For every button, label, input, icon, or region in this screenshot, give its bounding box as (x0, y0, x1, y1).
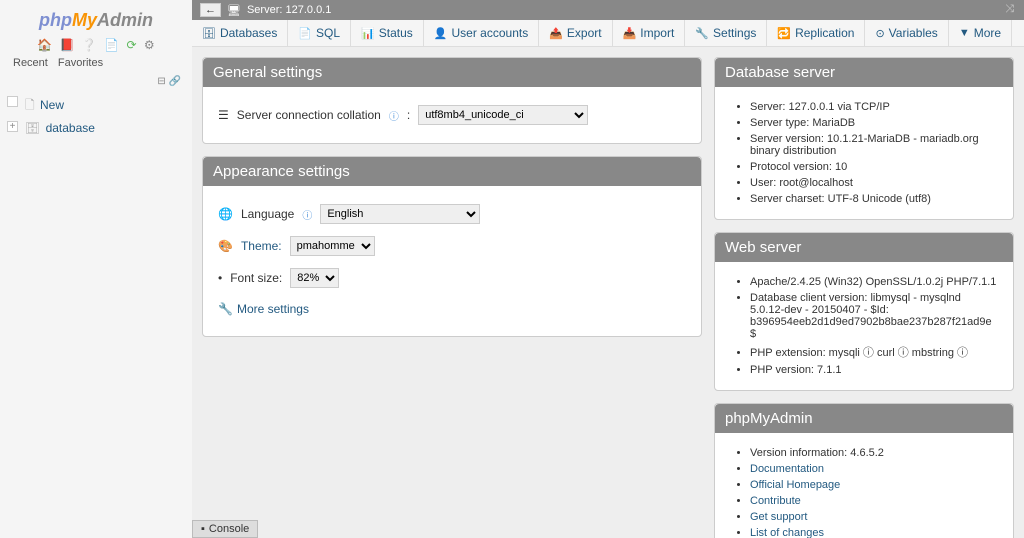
panel-title: phpMyAdmin (715, 404, 1013, 433)
collapse-topbar-icon[interactable]: ⤨ (1005, 3, 1014, 16)
info-item: Server type: MariaDB (750, 115, 998, 131)
settings-icon: 🔧 (695, 27, 709, 40)
server-icon: 🖥 (227, 4, 241, 17)
back-button[interactable]: ← (200, 3, 221, 17)
panel-title: Appearance settings (203, 157, 701, 186)
info-item: Server charset: UTF-8 Unicode (utf8) (750, 191, 998, 207)
theme-select[interactable]: pmahomme (290, 236, 375, 256)
menu-databases[interactable]: 🗄Databases (192, 20, 288, 46)
db-tree: 🗋 New + 🗄 database (5, 89, 187, 142)
link-support[interactable]: Get support (750, 511, 807, 523)
info-item: Apache/2.4.25 (Win32) OpenSSL/1.0.2j PHP… (750, 274, 998, 290)
panel-title: Web server (715, 233, 1013, 262)
info-item: PHP extension: mysqli ⓘ curl ⓘ mbstring … (750, 342, 998, 362)
chevron-down-icon: ▼ (959, 27, 970, 39)
main-menu: 🗄Databases 📄SQL 📊Status 👤User accounts 📤… (192, 20, 1024, 47)
fontsize-select[interactable]: 82% (290, 268, 339, 288)
version-info: Version information: 4.6.5.2 (750, 445, 998, 461)
language-icon: 🌐 (218, 207, 233, 221)
logo-my: My (72, 10, 97, 30)
collapse-all-icon[interactable]: ⊟ (157, 76, 165, 87)
tree-controls: ⊟ 🔗 (5, 74, 187, 89)
tree-item-database[interactable]: + 🗄 database (5, 119, 187, 137)
sql-icon: 📄 (298, 27, 312, 40)
info-item: Server: 127.0.0.1 via TCP/IP (750, 99, 998, 115)
replication-icon: 🔁 (777, 27, 791, 40)
tab-favorites[interactable]: Favorites (58, 57, 103, 69)
panel-appearance-settings: Appearance settings 🌐 Language ⓘ English… (202, 156, 702, 337)
panel-title: Database server (715, 58, 1013, 87)
console-toggle[interactable]: ▪ Console (192, 520, 258, 538)
import-icon: 📥 (623, 27, 637, 40)
sidebar: phpMyAdmin 🏠 📕 ❔ 📄 ⟳ ⚙ Recent Favorites … (0, 0, 192, 538)
tree-item-new[interactable]: 🗋 New (5, 94, 187, 119)
db-icon: 🗄 (25, 121, 40, 135)
menu-variables[interactable]: ⊙Variables (865, 20, 948, 46)
menu-status[interactable]: 📊Status (351, 20, 424, 46)
link-homepage[interactable]: Official Homepage (750, 479, 840, 491)
info-item: PHP version: 7.1.1 (750, 362, 998, 378)
menu-sql[interactable]: 📄SQL (288, 20, 351, 46)
content: General settings ☰ Server connection col… (192, 47, 1024, 538)
wrench-icon: 🔧 (218, 302, 233, 316)
sidebar-tabs: Recent Favorites (5, 52, 187, 74)
tree-label: New (40, 98, 64, 112)
gear-icon[interactable]: ⚙ (144, 38, 155, 52)
help-icon[interactable]: ⓘ (389, 108, 399, 123)
panel-database-server: Database server Server: 127.0.0.1 via TC… (714, 57, 1014, 220)
tab-recent[interactable]: Recent (13, 57, 48, 69)
collation-select[interactable]: utf8mb4_unicode_ci (418, 105, 588, 125)
logo-php: php (39, 10, 72, 30)
menu-import[interactable]: 📥Import (613, 20, 686, 46)
bullet-icon: • (218, 271, 222, 285)
menu-users[interactable]: 👤User accounts (424, 20, 539, 46)
panel-phpmyadmin: phpMyAdmin Version information: 4.6.5.2 … (714, 403, 1014, 538)
status-icon: 📊 (361, 27, 375, 40)
panel-general-settings: General settings ☰ Server connection col… (202, 57, 702, 144)
export-icon: 📤 (549, 27, 563, 40)
logo-admin: Admin (97, 10, 153, 30)
console-icon: ▪ (201, 523, 205, 535)
help-icon[interactable]: ⓘ (302, 207, 312, 222)
link-documentation[interactable]: Documentation (750, 463, 824, 475)
collation-icon: ☰ (218, 108, 229, 122)
menu-export[interactable]: 📤Export (539, 20, 612, 46)
expand-icon[interactable]: + (7, 121, 18, 132)
language-label: Language (241, 207, 294, 221)
more-settings-link[interactable]: 🔧 More settings (218, 294, 686, 324)
users-icon: 👤 (434, 27, 448, 40)
panel-title: General settings (203, 58, 701, 87)
theme-label[interactable]: Theme: (241, 239, 282, 253)
sql-icon[interactable]: 📄 (104, 38, 119, 52)
docs-icon[interactable]: ❔ (82, 38, 97, 52)
link-icon[interactable]: 🔗 (169, 76, 181, 87)
collation-label: Server connection collation (237, 108, 381, 122)
link-changes[interactable]: List of changes (750, 527, 824, 538)
logout-icon[interactable]: 📕 (60, 38, 75, 52)
topbar: ← 🖥 Server: 127.0.0.1 ⤨ (192, 0, 1024, 20)
reload-icon[interactable]: ⟳ (127, 38, 137, 52)
tree-label: database (46, 121, 95, 135)
menu-replication[interactable]: 🔁Replication (767, 20, 865, 46)
logo-quick-icons: 🏠 📕 ❔ 📄 ⟳ ⚙ (5, 38, 187, 52)
info-item: Database client version: libmysql - mysq… (750, 290, 998, 342)
info-item: Server version: 10.1.21-MariaDB - mariad… (750, 131, 998, 159)
expand-icon[interactable] (7, 96, 18, 107)
language-select[interactable]: English (320, 204, 480, 224)
link-contribute[interactable]: Contribute (750, 495, 801, 507)
panel-web-server: Web server Apache/2.4.25 (Win32) OpenSSL… (714, 232, 1014, 391)
databases-icon: 🗄 (202, 27, 216, 40)
main: ← 🖥 Server: 127.0.0.1 ⤨ 🗄Databases 📄SQL … (192, 0, 1024, 538)
variables-icon: ⊙ (875, 27, 884, 40)
menu-settings[interactable]: 🔧Settings (685, 20, 767, 46)
server-label: Server: 127.0.0.1 (247, 4, 331, 16)
logo[interactable]: phpMyAdmin (5, 5, 187, 36)
info-item: Protocol version: 10 (750, 159, 998, 175)
new-db-icon: 🗋 (25, 98, 35, 112)
fontsize-label: Font size: (230, 271, 282, 285)
home-icon[interactable]: 🏠 (37, 38, 52, 52)
info-item: User: root@localhost (750, 175, 998, 191)
theme-icon: 🎨 (218, 239, 233, 253)
menu-more[interactable]: ▼More (949, 20, 1012, 46)
